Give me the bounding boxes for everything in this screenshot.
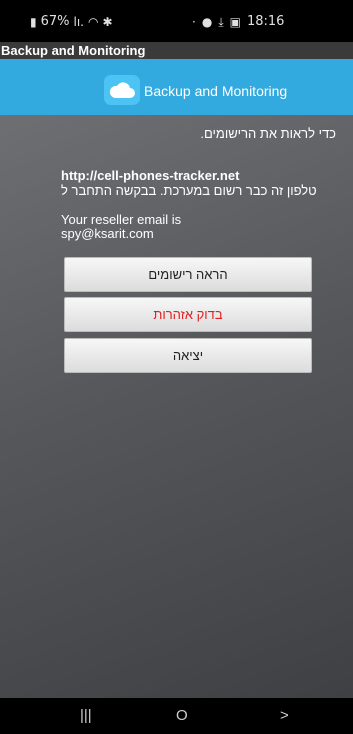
check-alerts-button[interactable]: בדוק אזהרות: [64, 297, 312, 332]
app-title: Backup and Monitoring: [144, 83, 288, 99]
signal-icon: lı.: [73, 14, 84, 29]
shield-icon: ●: [201, 14, 213, 29]
back-icon[interactable]: >: [280, 707, 289, 724]
home-icon[interactable]: O: [176, 707, 188, 724]
registration-info: http://cell-phones-tracker.net טלפון זה …: [61, 168, 317, 198]
cloud-icon: [109, 82, 135, 98]
window-title: Backup and Monitoring: [0, 42, 353, 59]
battery-icon: ▮: [30, 14, 37, 29]
image-icon: ▣: [229, 14, 241, 29]
intro-text: כדי לראות את הרישומים.: [200, 126, 336, 141]
app-header: Backup and Monitoring: [0, 59, 353, 115]
navigation-bar: ||| O >: [0, 698, 353, 734]
recents-icon[interactable]: |||: [80, 707, 92, 724]
reseller-label: Your reseller email is: [61, 212, 182, 227]
site-link[interactable]: http://cell-phones-tracker.net: [61, 168, 317, 183]
bluetooth-icon: ✱: [102, 14, 113, 29]
wifi-icon: ◠: [88, 14, 99, 29]
reseller-info: Your reseller email is spy@ksarit.com: [61, 213, 181, 241]
registered-message: טלפון זה כבר רשום במערכת. בבקשה התחבר ל: [61, 183, 317, 198]
reseller-email: spy@ksarit.com: [61, 226, 154, 241]
notification-dot-icon: ·: [192, 14, 196, 29]
exit-button[interactable]: יציאה: [64, 338, 312, 373]
clock: 18:16: [246, 14, 285, 29]
battery-percent: 67%: [40, 14, 70, 29]
app-logo: [104, 75, 140, 105]
download-icon: ⤓: [218, 14, 224, 29]
show-records-button[interactable]: הראה רישומים: [64, 257, 312, 292]
status-bar: ▮ 67% lı. ◠ ✱ · ● ⤓ ▣ 18:16: [0, 0, 353, 42]
status-right: · ● ⤓ ▣ 18:16: [192, 14, 284, 29]
main-content: כדי לראות את הרישומים. http://cell-phone…: [0, 115, 353, 698]
status-left: ▮ 67% lı. ◠ ✱: [30, 14, 113, 29]
